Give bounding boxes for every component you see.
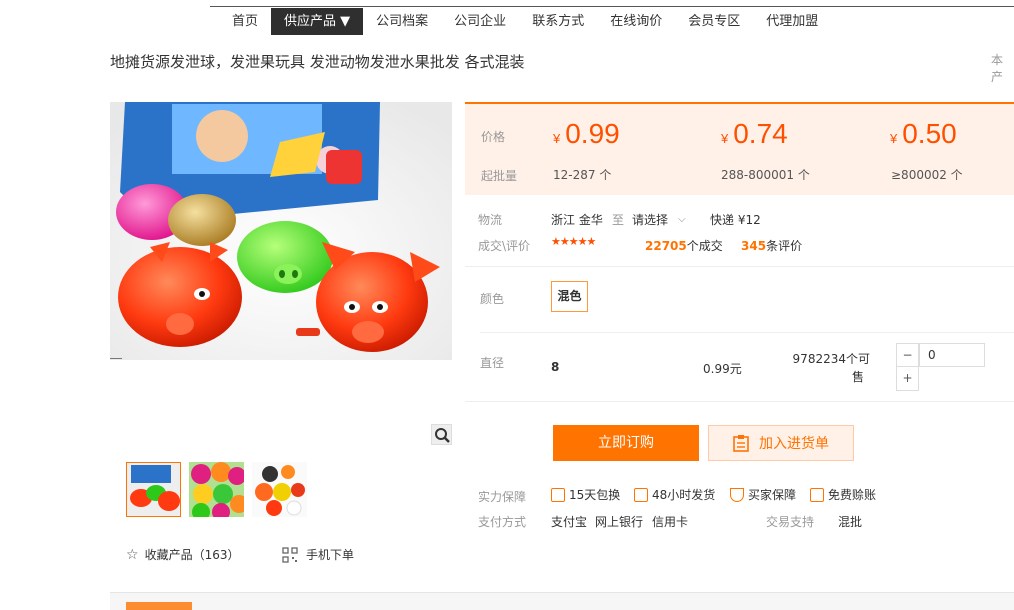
mobile-order[interactable]: 手机下单 [282,546,354,563]
logistics-label: 物流 [478,213,503,227]
nav-home[interactable]: 首页 [219,8,271,35]
color-option-mixed[interactable]: 混色 [551,281,588,312]
price-tier-1-value: 0.99 [565,118,620,149]
guarantee-buyer[interactable]: 买家保障 [730,486,796,503]
product-main-image[interactable] [110,102,452,360]
shield-icon [730,487,744,502]
deals-count-suffix: 个成交 [686,239,723,253]
payment-alipay: 支付宝 [551,515,588,529]
moq-label: 起批量 [481,169,518,183]
currency-symbol: ¥ [553,131,561,146]
return-icon [551,487,565,502]
ship-from: 浙江 金华 [551,213,603,227]
destination-select[interactable]: 请选择 ⌵ [632,211,686,228]
spec-stock-line2: 售 [851,370,864,384]
clipboard-icon [733,435,749,452]
chevron-down-icon: ⌵ [678,214,686,225]
thumbnail-1-art [127,463,180,516]
price-box: 价格 起批量 ¥0.99 ¥0.74 ¥0.50 12-287 个 288-80… [465,102,1014,195]
guarantee-15day-label: 15天包换 [569,488,621,502]
top-nav: 首页 供应产品 ▼ 公司档案 公司企业 联系方式 在线询价 会员专区 代理加盟 [219,8,831,35]
reviews-count-number: 345 [741,239,767,253]
price-tier-1: ¥0.99 [553,118,620,150]
image-dash [110,358,122,359]
qty-tier-2: 288-800001 个 [721,168,810,182]
nav-members[interactable]: 会员专区 [675,8,753,35]
nav-inquiry[interactable]: 在线询价 [597,8,675,35]
collect-label: 收藏产品（163） [144,548,240,562]
spec-stock: 9782234个可 售 [790,350,870,386]
spec-stock-line1: 9782234个可 [792,352,870,366]
quantity-input[interactable] [919,343,985,367]
bottom-section-tab[interactable] [126,602,192,610]
nav-company-profile[interactable]: 公司档案 [363,8,441,35]
divider-1 [465,266,1014,267]
nav-products[interactable]: 供应产品 ▼ [271,8,364,35]
trade-support-value: 混批 [838,515,863,529]
currency-symbol: ¥ [890,131,898,146]
nav-franchise[interactable]: 代理加盟 [753,8,831,35]
thumbnail-3-art [252,462,307,517]
guarantee-credit-label: 免费赊账 [828,488,877,502]
collect-product[interactable]: ☆ 收藏产品（163） [126,546,239,563]
price-tier-2: ¥0.74 [721,118,788,150]
price-tier-3-value: 0.50 [902,118,957,149]
qty-tier-1: 12-287 个 [553,168,612,182]
currency-symbol: ¥ [721,131,729,146]
spec-price: 0.99元 [703,362,742,376]
shipping-icon [634,487,648,502]
thumbnail-2[interactable] [189,462,244,517]
trade-support-label: 交易支持 [766,515,815,529]
divider-2 [480,332,1014,333]
add-to-cart-button[interactable]: 加入进货单 [708,425,854,461]
price-tier-3: ¥0.50 [890,118,957,150]
guarantee-credit[interactable]: 免费赊账 [810,486,876,503]
magnifier-icon [435,428,450,443]
qty-tier-3: ≥800002 个 [891,168,963,182]
guarantee-buyer-label: 买家保障 [748,488,797,502]
credit-icon [810,487,824,502]
color-label: 颜色 [480,292,505,306]
nav-contact[interactable]: 联系方式 [519,8,597,35]
nav-company[interactable]: 公司企业 [441,8,519,35]
guarantee-15day[interactable]: 15天包换 [551,486,620,503]
guarantee-48h[interactable]: 48小时发货 [634,486,715,503]
ship-to-word: 至 [612,213,625,227]
express-fee: 快递 ¥12 [710,213,761,227]
bottom-section-bar [110,592,1014,610]
diameter-value: 8 [551,360,560,374]
product-photo-art [110,102,452,360]
rating-stars: ★★★★★ [551,235,596,248]
buy-now-button[interactable]: 立即订购 [553,425,699,461]
star-outline-icon: ☆ [126,546,139,563]
qr-code-icon [282,546,298,563]
price-label: 价格 [481,130,506,144]
guarantee-label: 实力保障 [478,490,527,504]
deal-label: 成交\评价 [478,239,531,253]
mobile-order-label: 手机下单 [306,548,355,562]
thumbnail-1[interactable] [126,462,181,517]
product-title-side: 本产 [991,53,1004,84]
add-to-cart-label: 加入进货单 [759,436,829,452]
diameter-label: 直径 [480,356,505,370]
destination-select-value: 请选择 [632,213,669,227]
product-title: 地摊货源发泄球，发泄果玩具 发泄动物发泄水果批发 各式混装 [110,53,525,71]
thumbnail-2-art [189,462,244,517]
quantity-increase-button[interactable]: + [896,367,919,391]
payment-creditcard: 信用卡 [652,515,689,529]
nav-top-line [210,6,1014,7]
reviews-count[interactable]: 345条评价 [741,237,802,254]
price-tier-2-value: 0.74 [733,118,788,149]
deals-count-number: 22705 [645,239,687,253]
guarantee-48h-label: 48小时发货 [652,488,716,502]
deals-count[interactable]: 22705个成交 [645,237,723,254]
payment-label: 支付方式 [478,515,527,529]
zoom-button[interactable] [431,424,452,445]
reviews-count-suffix: 条评价 [766,239,803,253]
divider-3 [465,401,1014,402]
thumbnail-3[interactable] [252,462,307,517]
payment-netbank: 网上银行 [595,515,644,529]
quantity-decrease-button[interactable]: − [896,343,919,367]
